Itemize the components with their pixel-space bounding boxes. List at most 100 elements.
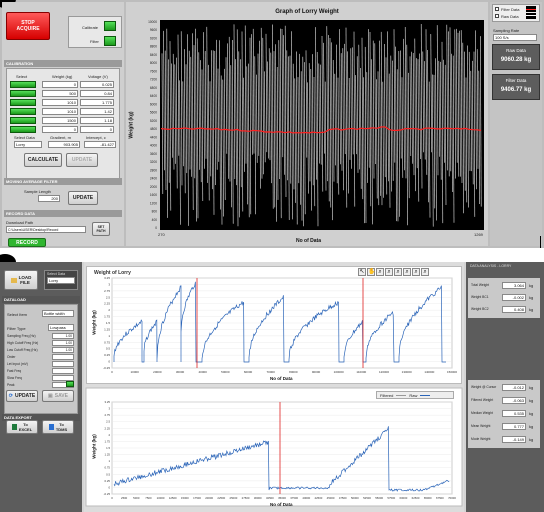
refresh-icon: ⟳: [8, 393, 13, 399]
chart1-x-tick: 100000: [334, 370, 344, 374]
let-input-indicator[interactable]: [66, 381, 74, 387]
calibration-select-2[interactable]: [10, 99, 36, 106]
sample-length-field[interactable]: 200: [38, 195, 60, 202]
download-path-label: Download Path: [6, 220, 34, 225]
analysis-header: DATA ANALYSIS - LORRY: [470, 264, 512, 268]
calibrate-toggle[interactable]: [104, 21, 116, 31]
select-item-field[interactable]: Bottle width: [42, 310, 74, 317]
y-tick-label: 9200: [150, 36, 157, 40]
filter-toggle[interactable]: [104, 36, 116, 46]
lorry-weight-chart-1[interactable]: 3.25 3 2.75 2.5 2.25 2 1.75 1.5 1.25 1 0.75 0.5 0.25…: [84, 262, 464, 512]
chart2-legend-filtered-line: [396, 394, 407, 396]
calibration-voltage-2[interactable]: 1.775: [80, 99, 114, 106]
excel-icon: [11, 424, 17, 430]
legend-filter-swatch[interactable]: [495, 7, 499, 11]
legend-filter-line: [526, 6, 536, 12]
calculate-button[interactable]: CALCULATE: [24, 153, 62, 167]
select-mode-field[interactable]: Lorry: [47, 277, 75, 284]
chart2-y-tick: -0.25: [104, 492, 111, 496]
chart1-y-tick: 3: [108, 282, 110, 286]
select-item-label: Select Item: [7, 312, 28, 317]
col-voltage: Voltage (V): [88, 74, 108, 79]
chart1-y-tick: 1.25: [104, 327, 110, 331]
chart2-x-tick: 30000: [254, 496, 262, 500]
set-path-button[interactable]: SET PATH: [92, 222, 110, 236]
calibration-weight-4[interactable]: 1500: [42, 117, 78, 124]
dataload-row-value-4[interactable]: [52, 361, 74, 367]
calibration-voltage-1[interactable]: 0.84: [80, 90, 114, 97]
calibration-voltage-4[interactable]: 1.18: [80, 117, 114, 124]
lorry-weight-chart[interactable]: 1000096009200880084008000760072006800640…: [126, 2, 488, 246]
moving-average-header: MOVING AVERAGE FILTER: [4, 178, 122, 185]
chart2-x-tick: 67500: [436, 496, 444, 500]
select-data-field[interactable]: Lorry: [14, 141, 42, 148]
dataload-row-label-2: Low Cutoff Freq (Hz): [7, 348, 38, 352]
chart2-y-tick: 1.25: [105, 453, 111, 457]
dataload-row-value-0[interactable]: 1.00: [52, 333, 74, 339]
load-file-label: LOAD FILE: [18, 275, 32, 285]
calibration-select-0[interactable]: [10, 81, 36, 88]
calibration-select-4[interactable]: [10, 117, 36, 124]
y-tick-label: 2400: [150, 177, 157, 181]
calibration-weight-0[interactable]: 0: [42, 81, 78, 88]
save-button[interactable]: ▣ SAVE: [42, 390, 74, 402]
chart1-x-tick: 10000: [130, 370, 139, 374]
calibration-weight-3[interactable]: 1010: [42, 108, 78, 115]
to-excel-button[interactable]: To EXCEL: [6, 420, 38, 434]
load-file-button[interactable]: LOAD FILE: [4, 270, 38, 290]
dataload-row-value-3[interactable]: [52, 354, 74, 360]
calibration-voltage-5[interactable]: 0: [80, 126, 114, 133]
save-icon: ▣: [48, 393, 53, 399]
sampling-rate-label: Sampling Rate: [493, 28, 520, 33]
calibration-select-1[interactable]: [10, 90, 36, 97]
calibration-weight-1[interactable]: 500: [42, 90, 78, 97]
stop-acquire-button[interactable]: STOP ACQUIRE: [6, 12, 50, 40]
legend-raw-swatch[interactable]: [495, 14, 499, 18]
calibration-weight-5[interactable]: 0: [42, 126, 78, 133]
filter-type-field[interactable]: Lowpass: [48, 324, 74, 331]
analysis2-value-0: -0.012: [502, 384, 526, 391]
calibration-voltage-0[interactable]: 0.025: [80, 81, 114, 88]
update-data-button[interactable]: ⟳ UPDATE: [6, 390, 38, 402]
chart2-x-tick: 35000: [278, 496, 286, 500]
chart1-x-tick: 60000: [244, 370, 253, 374]
filter-data-value: 9406.77 kg: [500, 87, 532, 93]
download-path-field[interactable]: C:\Users\USER\Desktop\Record: [6, 226, 86, 233]
calibration-voltage-3[interactable]: 1.42: [80, 108, 114, 115]
chart2-x-tick: 70000: [448, 496, 456, 500]
filter-type-label: Filter Type: [7, 326, 26, 331]
analysis2-label-2: Median Weight: [471, 411, 493, 415]
chart1-y-tick: -0.25: [103, 366, 110, 370]
select-mode-label: Select Data: [47, 272, 66, 276]
lorry-weight-chart-panel: Graph of Lorry Weight 10000 9600 9200 8800 8…: [126, 2, 488, 246]
analysis-panel: DATA ANALYSIS - LORRY Total Weight 3.064 k…: [466, 262, 544, 512]
calibration-select-5[interactable]: [10, 126, 36, 133]
dataload-row-value-2[interactable]: 1.00: [52, 347, 74, 353]
calibration-weight-2[interactable]: 1010: [42, 99, 78, 106]
y-tick-label: 2000: [150, 185, 157, 189]
chart2-legend-raw-line: [420, 394, 431, 396]
bottom-screenshot: LOAD FILE Select Data Lorry DATALOAD Sel…: [0, 254, 544, 512]
update-data-label: UPDATE: [15, 393, 36, 399]
y-tick-label: 5200: [150, 119, 157, 123]
intercept-label: Intercept, c: [86, 135, 106, 140]
tdms-icon: [48, 424, 54, 430]
y-tick-label: 2800: [150, 168, 157, 172]
chart1-x-tick: 120000: [379, 370, 389, 374]
chart1-x-tick: 130000: [402, 370, 412, 374]
sampling-rate-field[interactable]: 100 S/s: [493, 34, 537, 41]
y-tick-label: 6800: [150, 86, 157, 90]
chart2-legend-filtered: Filtered: [380, 392, 394, 398]
calibration-select-3[interactable]: [10, 108, 36, 115]
to-tdms-button[interactable]: To TDMS: [42, 420, 74, 434]
calibrate-label: Calibrate: [82, 25, 99, 30]
update-filter-button[interactable]: UPDATE: [68, 191, 98, 205]
chart2-x-tick: 5000: [133, 496, 140, 500]
record-button[interactable]: RECORD: [8, 238, 46, 247]
chart2-x-tick: 55000: [375, 496, 383, 500]
dataload-row-value-1[interactable]: 1.00: [52, 340, 74, 346]
chart2-x-tick: 12500: [169, 496, 177, 500]
update-button-disabled[interactable]: UPDATE: [66, 153, 98, 167]
to-tdms-label: To TDMS: [55, 422, 68, 432]
dataload-row-value-5[interactable]: [52, 368, 74, 374]
